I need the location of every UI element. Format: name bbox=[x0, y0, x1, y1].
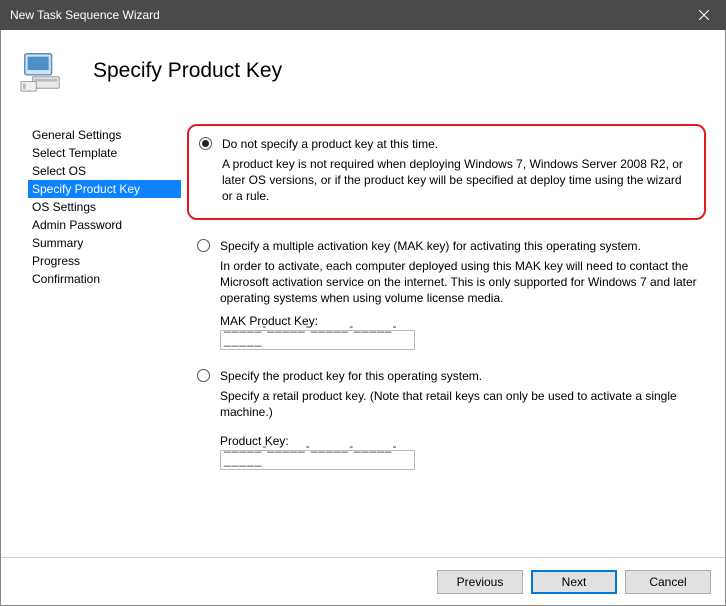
wizard-sidebar: General Settings Select Template Select … bbox=[16, 116, 181, 557]
radio-no-key[interactable] bbox=[199, 137, 212, 150]
radio-retail-key[interactable] bbox=[197, 369, 210, 382]
radio-no-key-label: Do not specify a product key at this tim… bbox=[222, 136, 438, 152]
next-button[interactable]: Next bbox=[531, 570, 617, 594]
computer-icon bbox=[19, 48, 65, 94]
sidebar-item-select-template[interactable]: Select Template bbox=[28, 144, 181, 162]
mak-key-input[interactable]: _____-_____-_____-_____-_____ bbox=[220, 330, 415, 350]
cancel-button[interactable]: Cancel bbox=[625, 570, 711, 594]
page-title: Specify Product Key bbox=[93, 59, 282, 83]
titlebar: New Task Sequence Wizard bbox=[0, 0, 726, 30]
wizard-header: Specify Product Key bbox=[1, 30, 725, 116]
retail-key-input[interactable]: _____-_____-_____-_____-_____ bbox=[220, 450, 415, 470]
sidebar-item-admin-password[interactable]: Admin Password bbox=[28, 216, 181, 234]
close-button[interactable] bbox=[681, 0, 726, 30]
sidebar-item-select-os[interactable]: Select OS bbox=[28, 162, 181, 180]
radio-mak-key-label: Specify a multiple activation key (MAK k… bbox=[220, 238, 641, 254]
sidebar-item-os-settings[interactable]: OS Settings bbox=[28, 198, 181, 216]
sidebar-item-specify-product-key[interactable]: Specify Product Key bbox=[28, 180, 181, 198]
sidebar-item-general-settings[interactable]: General Settings bbox=[28, 126, 181, 144]
window-title: New Task Sequence Wizard bbox=[10, 8, 160, 22]
radio-retail-key-desc: Specify a retail product key. (Note that… bbox=[220, 388, 702, 420]
previous-button[interactable]: Previous bbox=[437, 570, 523, 594]
close-icon bbox=[699, 10, 709, 20]
radio-mak-key[interactable] bbox=[197, 239, 210, 252]
radio-retail-key-label: Specify the product key for this operati… bbox=[220, 368, 482, 384]
wizard-main: Do not specify a product key at this tim… bbox=[181, 116, 710, 557]
sidebar-item-progress[interactable]: Progress bbox=[28, 252, 181, 270]
highlighted-option: Do not specify a product key at this tim… bbox=[187, 124, 706, 220]
wizard-footer: Previous Next Cancel bbox=[1, 557, 725, 605]
sidebar-item-confirmation[interactable]: Confirmation bbox=[28, 270, 181, 288]
radio-mak-key-desc: In order to activate, each computer depl… bbox=[220, 258, 702, 306]
sidebar-item-summary[interactable]: Summary bbox=[28, 234, 181, 252]
radio-no-key-desc: A product key is not required when deplo… bbox=[222, 156, 688, 204]
